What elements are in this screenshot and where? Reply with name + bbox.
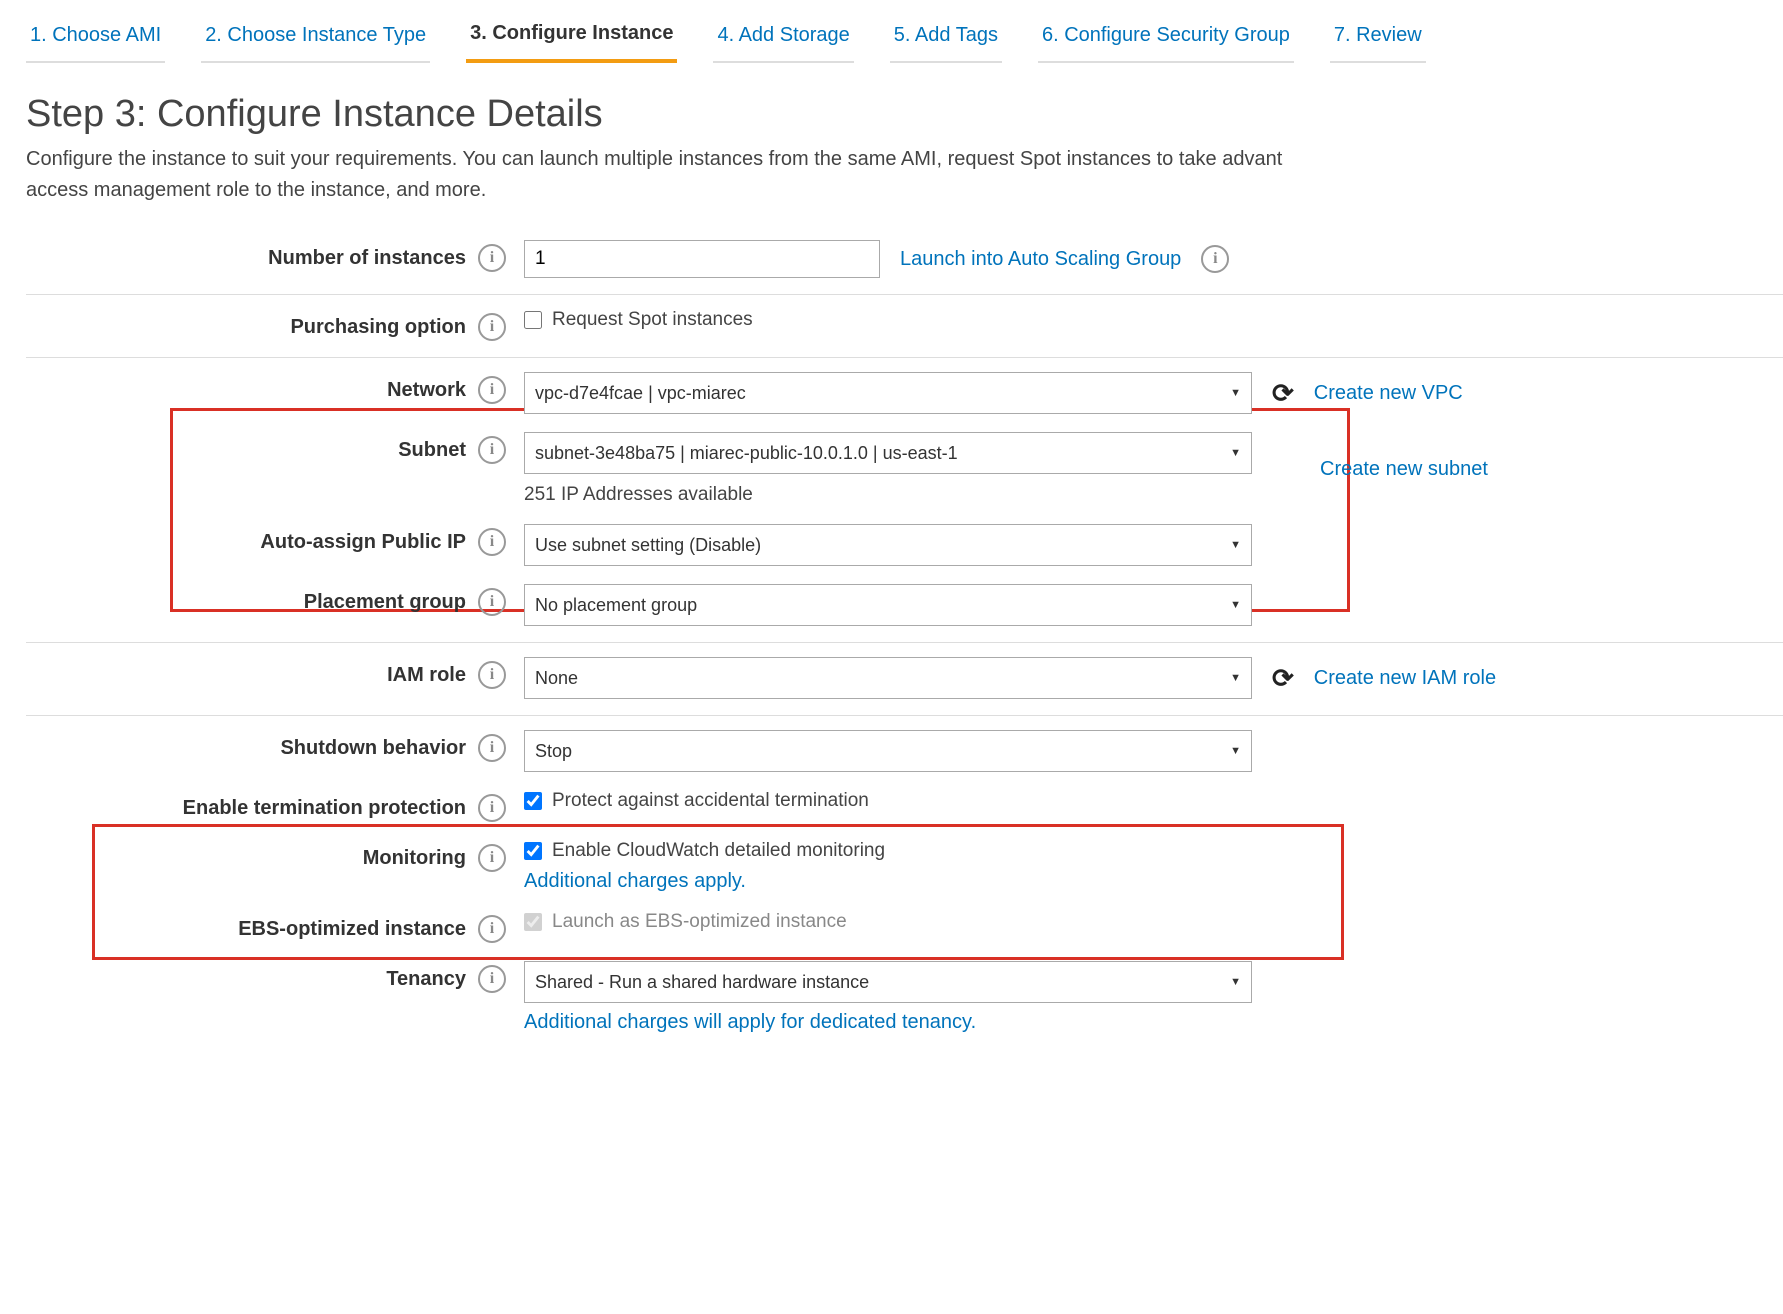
subnet-select[interactable]: subnet-3e48ba75 | miarec-public-10.0.1.0… [524, 432, 1252, 474]
iam-role-select[interactable]: None [524, 657, 1252, 699]
label-monitoring: Monitoring [363, 847, 466, 870]
network-select[interactable]: vpc-d7e4fcae | vpc-miarec [524, 372, 1252, 414]
request-spot-checkbox[interactable] [524, 311, 542, 329]
wizard-step-choose-instance-type[interactable]: 2. Choose Instance Type [201, 14, 430, 63]
label-placement-group: Placement group [304, 591, 466, 614]
wizard-step-add-tags[interactable]: 5. Add Tags [890, 14, 1002, 63]
placement-group-select[interactable]: No placement group [524, 584, 1252, 626]
info-icon[interactable]: i [1201, 245, 1229, 273]
create-vpc-link[interactable]: Create new VPC [1314, 382, 1463, 405]
info-icon[interactable]: i [478, 734, 506, 762]
info-icon[interactable]: i [478, 313, 506, 341]
label-iam-role: IAM role [387, 664, 466, 687]
info-icon[interactable]: i [478, 588, 506, 616]
info-icon[interactable]: i [478, 528, 506, 556]
label-subnet: Subnet [398, 439, 466, 462]
label-termination-protection: Enable termination protection [183, 797, 466, 820]
termination-protection-checkbox[interactable] [524, 792, 542, 810]
page-title: Step 3: Configure Instance Details [26, 93, 1783, 136]
ebs-optimized-label: Launch as EBS-optimized instance [552, 911, 847, 933]
create-subnet-link[interactable]: Create new subnet [1320, 458, 1488, 481]
wizard-steps: 1. Choose AMI 2. Choose Instance Type 3.… [0, 0, 1783, 63]
termination-protection-label: Protect against accidental termination [552, 790, 869, 812]
label-ebs-optimized: EBS-optimized instance [238, 918, 466, 941]
shutdown-behavior-select[interactable]: Stop [524, 730, 1252, 772]
label-number-of-instances: Number of instances [268, 247, 466, 270]
label-network: Network [387, 379, 466, 402]
wizard-step-choose-ami[interactable]: 1. Choose AMI [26, 14, 165, 63]
monitoring-charges-link[interactable]: Additional charges apply. [524, 870, 885, 893]
create-iam-role-link[interactable]: Create new IAM role [1314, 667, 1496, 690]
wizard-step-configure-instance[interactable]: 3. Configure Instance [466, 12, 677, 63]
info-icon[interactable]: i [478, 915, 506, 943]
monitoring-checkbox[interactable] [524, 842, 542, 860]
label-tenancy: Tenancy [386, 968, 466, 991]
request-spot-label: Request Spot instances [552, 309, 753, 331]
label-auto-assign-ip: Auto-assign Public IP [260, 531, 466, 554]
ebs-optimized-checkbox [524, 913, 542, 931]
page-subtitle: Configure the instance to suit your requ… [26, 144, 1783, 206]
label-purchasing-option: Purchasing option [290, 316, 466, 339]
refresh-icon[interactable]: ⟳ [1272, 380, 1294, 406]
wizard-step-configure-security-group[interactable]: 6. Configure Security Group [1038, 14, 1294, 63]
wizard-step-review[interactable]: 7. Review [1330, 14, 1426, 63]
info-icon[interactable]: i [478, 376, 506, 404]
refresh-icon[interactable]: ⟳ [1272, 665, 1294, 691]
label-shutdown-behavior: Shutdown behavior [280, 737, 466, 760]
tenancy-charges-link[interactable]: Additional charges will apply for dedica… [524, 1011, 1252, 1034]
info-icon[interactable]: i [478, 794, 506, 822]
tenancy-select[interactable]: Shared - Run a shared hardware instance [524, 961, 1252, 1003]
info-icon[interactable]: i [478, 844, 506, 872]
info-icon[interactable]: i [478, 661, 506, 689]
info-icon[interactable]: i [478, 965, 506, 993]
auto-assign-ip-select[interactable]: Use subnet setting (Disable) [524, 524, 1252, 566]
number-of-instances-input[interactable] [524, 240, 880, 278]
info-icon[interactable]: i [478, 436, 506, 464]
subnet-helper-text: 251 IP Addresses available [524, 484, 1252, 506]
wizard-step-add-storage[interactable]: 4. Add Storage [713, 14, 853, 63]
launch-auto-scaling-link[interactable]: Launch into Auto Scaling Group [900, 248, 1181, 271]
monitoring-label: Enable CloudWatch detailed monitoring [552, 840, 885, 862]
info-icon[interactable]: i [478, 244, 506, 272]
